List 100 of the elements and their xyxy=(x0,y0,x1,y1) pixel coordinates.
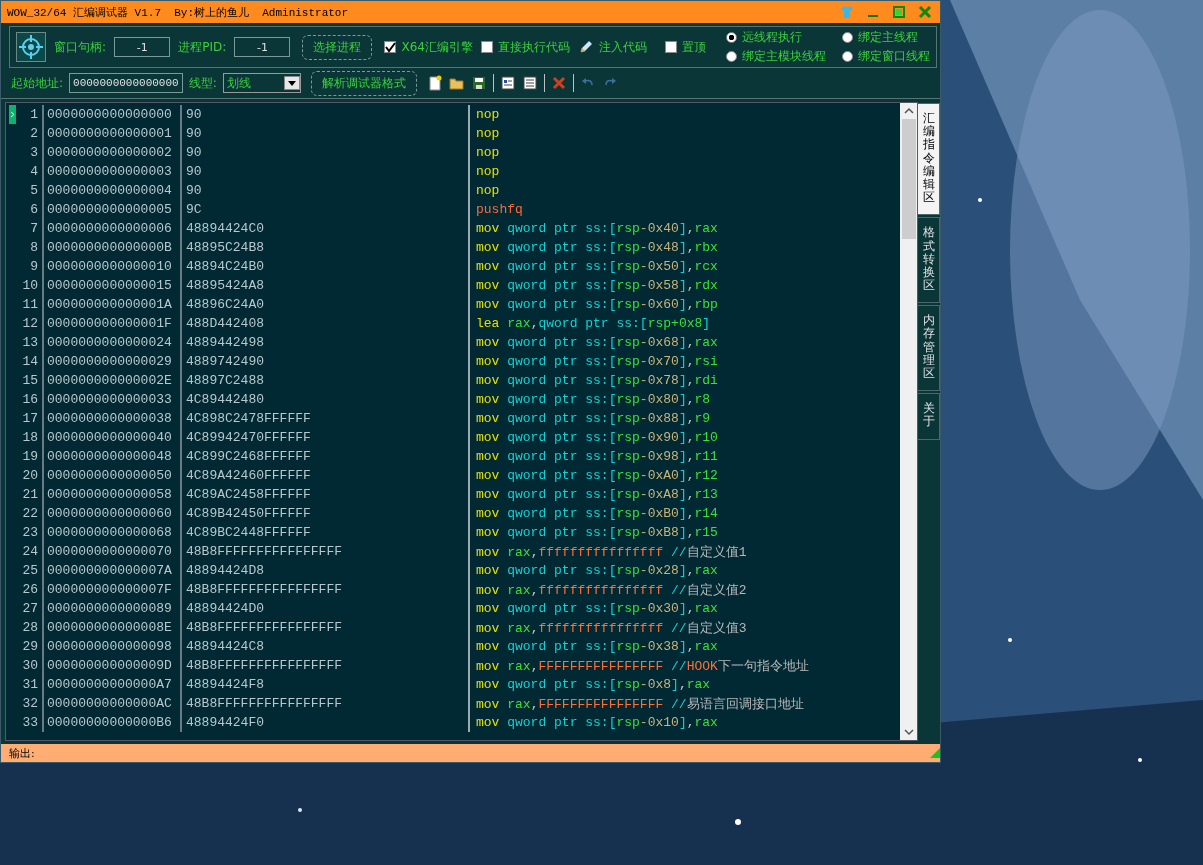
pid-field[interactable]: -1 xyxy=(234,37,291,57)
code-line: mov qword ptr ss:[rsp-0x88],r9 xyxy=(476,411,711,426)
radio-label: 绑定主模块线程 xyxy=(742,48,826,65)
line-number: 17 xyxy=(22,411,38,426)
address-cell: 0000000000000089 xyxy=(47,601,172,616)
address-cell: 0000000000000070 xyxy=(47,544,172,559)
line-number: 13 xyxy=(22,335,38,350)
side-tab[interactable]: 格式转换区 xyxy=(918,217,940,304)
parse-format-button[interactable]: 解析调试器格式 xyxy=(310,70,417,96)
bytes-cell: 4C89442480 xyxy=(186,392,264,407)
address-cell: 000000000000001A xyxy=(47,297,172,312)
new-file-icon[interactable] xyxy=(426,75,443,91)
side-tab[interactable]: 内存管理区 xyxy=(918,305,940,392)
line-number: 16 xyxy=(22,392,38,407)
field-label: 进程PID: xyxy=(178,38,227,56)
address-cell: 0000000000000003 xyxy=(47,164,172,179)
line-number: 15 xyxy=(22,373,38,388)
code-line: mov qword ptr ss:[rsp-0x60],rbp xyxy=(476,297,718,312)
line-number: 14 xyxy=(22,354,38,369)
address-cell: 0000000000000033 xyxy=(47,392,172,407)
address-cell: 000000000000008E xyxy=(47,620,172,635)
checkbox[interactable] xyxy=(384,41,397,53)
code-line: mov rax,ffffffffffffffff //自定义值1 xyxy=(476,543,747,561)
address-field[interactable]: 0000000000000000 xyxy=(69,73,183,93)
checkbox-label: 置顶 xyxy=(682,38,706,56)
code-line: mov qword ptr ss:[rsp-0xA0],r12 xyxy=(476,468,718,483)
check-icon xyxy=(385,41,396,53)
line-number: 30 xyxy=(22,658,38,673)
code-line: mov qword ptr ss:[rsp-0x80],r8 xyxy=(476,392,711,407)
handle-field[interactable]: -1 xyxy=(114,37,171,57)
bytes-cell: 90 xyxy=(186,126,202,141)
side-tab[interactable]: 汇编指令编辑区 xyxy=(918,103,940,216)
target-icon[interactable] xyxy=(16,32,46,62)
radio-button[interactable] xyxy=(842,51,853,62)
line-number: 25 xyxy=(22,563,38,578)
line-type-dropdown[interactable]: 划线 xyxy=(222,73,301,93)
line-number: 12 xyxy=(22,316,38,331)
pencil-icon[interactable] xyxy=(578,39,594,55)
radio-button[interactable] xyxy=(726,51,737,62)
bytes-cell: 48894424C0 xyxy=(186,221,264,236)
bytes-cell: 48B8FFFFFFFFFFFFFFFF xyxy=(186,696,343,711)
line-number: 2 xyxy=(30,126,38,141)
bytes-cell: 48895424A8 xyxy=(186,278,264,293)
inject-code-label[interactable]: 注入代码 xyxy=(599,38,647,56)
radio-label: 远线程执行 xyxy=(742,29,802,46)
bytes-cell: 9C xyxy=(186,202,202,217)
bytes-cell: 48894C24B0 xyxy=(186,259,264,274)
line-number: 26 xyxy=(22,582,38,597)
checkbox-label: X64汇编引擎 xyxy=(401,38,473,56)
delete-icon[interactable] xyxy=(550,75,567,91)
bytes-cell: 90 xyxy=(186,183,202,198)
window-icon[interactable] xyxy=(499,75,516,91)
line-number: 22 xyxy=(22,506,38,521)
scroll-down-icon[interactable] xyxy=(903,729,914,736)
address-cell: 0000000000000029 xyxy=(47,354,172,369)
list-icon[interactable] xyxy=(521,75,538,91)
code-line: mov qword ptr ss:[rsp-0x40],rax xyxy=(476,221,718,236)
radio-label: 绑定主线程 xyxy=(858,29,918,46)
radio-button[interactable] xyxy=(726,32,737,43)
line-number: 19 xyxy=(22,449,38,464)
save-icon[interactable] xyxy=(470,75,487,91)
scroll-thumb[interactable] xyxy=(901,119,916,239)
side-tab[interactable]: 关于 xyxy=(918,393,940,440)
bytes-cell: 48894424D8 xyxy=(186,563,264,578)
code-line: mov qword ptr ss:[rsp-0x48],rbx xyxy=(476,240,718,255)
bytes-cell: 4C89942470FFFFFF xyxy=(186,430,311,445)
window-title: WOW_32/64 汇编调试器 V1.7 By:树上的鱼儿 Administrator xyxy=(7,5,349,20)
code-line: nop xyxy=(476,183,500,198)
line-number: 5 xyxy=(30,183,38,198)
address-cell: 00000000000000B6 xyxy=(47,715,172,730)
line-number: 24 xyxy=(22,544,38,559)
line-number: 9 xyxy=(30,259,38,274)
code-line: mov rax,ffffffffffffffff //自定义值3 xyxy=(476,619,747,637)
bytes-cell: 48896C24A0 xyxy=(186,297,264,312)
folder-icon[interactable] xyxy=(448,75,465,91)
bytes-cell: 4C89A42460FFFFFF xyxy=(186,468,311,483)
bytes-cell: 4C89B42450FFFFFF xyxy=(186,506,311,521)
checkbox[interactable] xyxy=(665,41,677,53)
address-cell: 0000000000000000 xyxy=(47,107,172,122)
checkbox[interactable] xyxy=(481,41,493,53)
address-cell: 0000000000000005 xyxy=(47,202,172,217)
line-number: 18 xyxy=(22,430,38,445)
select-process-button[interactable]: 选择进程 xyxy=(302,34,373,60)
code-line: mov qword ptr ss:[rsp-0x8],rax xyxy=(476,677,711,692)
field-label: 窗口句柄: xyxy=(54,38,107,56)
radio-button[interactable] xyxy=(842,32,853,43)
field-label: 线型: xyxy=(188,74,217,92)
code-line: nop xyxy=(476,164,500,179)
address-cell: 000000000000007A xyxy=(47,563,172,578)
resize-grip-icon[interactable] xyxy=(930,748,940,758)
line-number: 28 xyxy=(22,620,38,635)
scroll-up-icon[interactable] xyxy=(903,107,914,114)
line-number: 7 xyxy=(30,221,38,236)
scrollbar[interactable] xyxy=(900,103,917,740)
line-number: 20 xyxy=(22,468,38,483)
code-line: mov qword ptr ss:[rsp-0x58],rdx xyxy=(476,278,718,293)
address-cell: 0000000000000006 xyxy=(47,221,172,236)
bytes-cell: 4C89AC2458FFFFFF xyxy=(186,487,311,502)
line-number: 8 xyxy=(30,240,38,255)
line-number: 27 xyxy=(22,601,38,616)
